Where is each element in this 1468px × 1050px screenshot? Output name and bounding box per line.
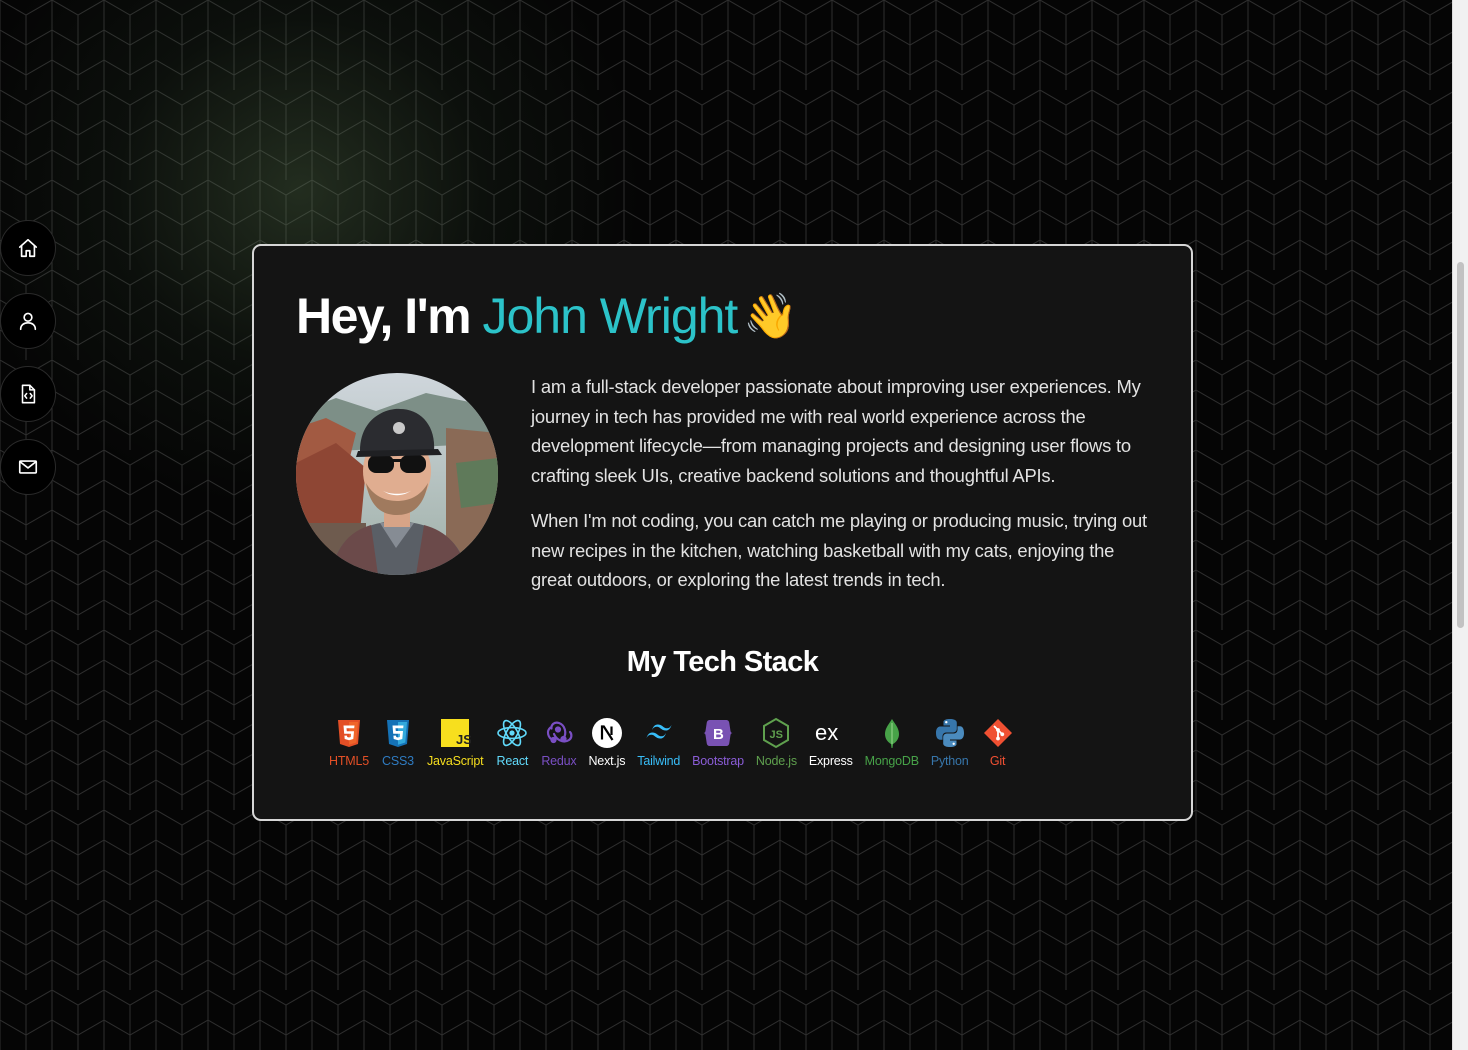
tech-label: Next.js: [588, 754, 626, 768]
nav-home-button[interactable]: [0, 220, 56, 276]
nav-contact-button[interactable]: [0, 439, 56, 495]
tech-item-nextjs: Next.js: [588, 716, 625, 768]
tech-label: Python: [930, 754, 969, 768]
nextjs-icon: [591, 718, 622, 748]
svg-text:JS: JS: [456, 732, 471, 747]
user-icon: [19, 312, 37, 331]
redux-icon: [546, 721, 573, 744]
tech-item-nodejs: JS Node.js: [756, 716, 797, 768]
svg-text:JS: JS: [770, 729, 783, 741]
nav-about-button[interactable]: [0, 293, 56, 349]
git-icon: [983, 719, 1012, 747]
tech-stack-list: HTML5 CSS3 JS JavaScript React Redux Nex…: [329, 716, 1027, 768]
tech-item-git: Git: [981, 716, 1015, 768]
tech-label: CSS3: [382, 754, 414, 768]
page-title: Hey, I'm John Wright 👋: [296, 284, 798, 349]
tech-label: Bootstrap: [692, 754, 744, 768]
mail-icon: [18, 460, 38, 474]
wave-emoji: 👋: [743, 292, 798, 341]
greeting-name: John Wright: [482, 288, 738, 344]
mongodb-icon: [884, 719, 899, 748]
code-file-icon: [21, 384, 36, 404]
tech-label: Redux: [541, 754, 577, 768]
react-icon: [497, 719, 528, 747]
tech-label: Node.js: [755, 754, 797, 768]
bio: I am a full-stack developer passionate a…: [531, 372, 1156, 611]
express-icon: ex: [815, 720, 838, 745]
tech-item-python: Python: [931, 716, 969, 768]
tech-item-javascript: JS JavaScript: [426, 716, 484, 768]
tech-label: MongoDB: [864, 754, 919, 768]
tech-item-html5: HTML5: [329, 716, 369, 768]
tech-label: Express: [808, 754, 853, 768]
tailwind-icon: [646, 724, 672, 739]
tech-label: HTML5: [329, 754, 369, 768]
bootstrap-icon: B: [703, 720, 733, 746]
tech-label: JavaScript: [426, 754, 484, 768]
tech-label: Git: [989, 754, 1006, 768]
page-scrollbar[interactable]: [1452, 0, 1468, 1050]
tech-stack-title: My Tech Stack: [626, 646, 819, 678]
tech-item-react: React: [495, 716, 529, 768]
python-icon: [935, 719, 964, 747]
tech-item-bootstrap: B Bootstrap: [692, 716, 744, 768]
css3-icon: [386, 720, 409, 747]
bio-paragraph: When I'm not coding, you can catch me pl…: [531, 510, 1147, 590]
avatar: [296, 373, 498, 575]
svg-text:ex: ex: [815, 720, 838, 745]
svg-text:B: B: [713, 726, 724, 743]
tech-item-mongodb: MongoDB: [865, 716, 919, 768]
bio-paragraph: I am a full-stack developer passionate a…: [531, 376, 1141, 486]
home-icon: [18, 238, 38, 258]
nav-projects-button[interactable]: [0, 366, 56, 422]
tech-item-express: ex Express: [809, 716, 853, 768]
javascript-icon: JS: [441, 719, 471, 747]
tech-label: React: [496, 754, 529, 768]
tech-item-tailwind: Tailwind: [637, 716, 680, 768]
tech-item-redux: Redux: [541, 716, 577, 768]
page: Hey, I'm John Wright 👋 I am a full-stack…: [0, 0, 1468, 1050]
tech-label: Tailwind: [637, 754, 681, 768]
tech-item-css3: CSS3: [381, 716, 415, 768]
nodejs-icon: JS: [763, 717, 790, 749]
about-card: Hey, I'm John Wright 👋 I am a full-stack…: [252, 244, 1193, 821]
html5-icon: [337, 720, 360, 747]
greeting-prefix: Hey, I'm: [296, 288, 472, 344]
scrollbar-thumb[interactable]: [1457, 262, 1464, 628]
